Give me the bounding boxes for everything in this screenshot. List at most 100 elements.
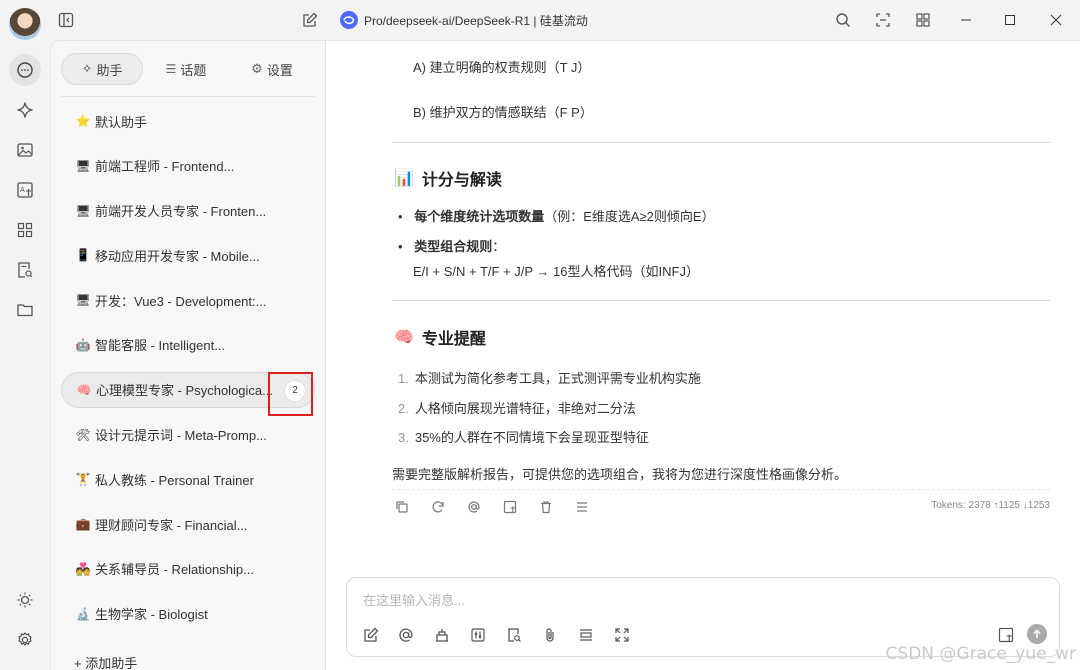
assistant-item[interactable]: 💑 关系辅导员 - Relationship...: [61, 551, 315, 587]
assistant-item[interactable]: 🛠 设计元提示词 - Meta-Promp...: [61, 417, 315, 453]
web-search-icon[interactable]: [505, 626, 523, 644]
assistant-emoji-icon: 💼: [75, 517, 91, 532]
theme-sun-icon[interactable]: [9, 584, 41, 616]
assistant-emoji-icon: ⭐: [75, 114, 91, 128]
assistant-label: 默认助手: [95, 114, 148, 130]
divider: [392, 142, 1050, 143]
assistant-item[interactable]: 🏋 私人教练 - Personal Trainer: [61, 461, 315, 497]
assistant-item[interactable]: 🖥 前端工程师 - Frontend...: [61, 148, 315, 184]
assistant-label: 移动应用开发专家 - Mobile...: [95, 248, 260, 264]
assistant-emoji-icon: 🖥: [75, 158, 91, 173]
list-number: 1.: [398, 371, 409, 386]
svg-text:A: A: [20, 186, 25, 194]
copy-icon[interactable]: [394, 499, 410, 515]
option-b-text: B) 维护双方的情感联结（F P）: [413, 105, 593, 120]
list-text: 35%的人群在不同情境下会呈现亚型特征: [414, 430, 649, 445]
assistant-item[interactable]: 🖥 前端开发人员专家 - Fronten...: [61, 193, 315, 229]
mention-icon[interactable]: [466, 499, 482, 515]
title-bar: Pro/deepseek-ai/DeepSeek-R1 | 硅基流动: [0, 0, 1080, 40]
sidebar-toggle-icon[interactable]: [56, 10, 76, 30]
user-avatar[interactable]: [9, 8, 41, 40]
grid-icon[interactable]: [913, 10, 933, 30]
deepseek-logo-icon: [340, 11, 358, 29]
assistant-emoji-icon: 🧠: [76, 382, 92, 397]
assistant-label: 前端工程师 - Frontend...: [95, 159, 235, 175]
assistant-emoji-icon: 🏋: [75, 472, 91, 487]
assistant-label: 开发：Vue3 - Development:...: [95, 293, 267, 309]
assistant-item[interactable]: 💼 理财顾问专家 - Financial...: [61, 506, 315, 542]
chat-icon[interactable]: [9, 54, 41, 86]
bullet-item: 每个维度统计选项数量（例：E维度选A≥2则倾向E）: [398, 207, 714, 227]
agents-sparkle-icon[interactable]: [9, 94, 41, 126]
clear-context-icon[interactable]: [577, 626, 595, 644]
attachment-icon[interactable]: [541, 626, 559, 644]
bullet-bold-text: 类型组合规则: [414, 239, 493, 254]
divider: [392, 300, 1050, 301]
new-topic-icon[interactable]: [362, 626, 380, 644]
assistant-item[interactable]: 🔬 生物学家 - Biologist: [61, 596, 315, 632]
assistant-item[interactable]: 🤖 智能客服 - Intelligent...: [61, 327, 315, 363]
knowledge-base-icon[interactable]: [433, 626, 451, 644]
divider: [61, 96, 315, 97]
sparkle-icon: ✧: [81, 61, 93, 76]
expand-icon[interactable]: [613, 626, 631, 644]
ordered-list-item: 3. 35%的人群在不同情境下会呈现亚型特征: [398, 427, 649, 446]
assistant-emoji-icon: 🖥: [75, 293, 91, 308]
list-text: 人格倾向展现光谱特征，非绝对二分法: [414, 401, 636, 416]
assistant-item[interactable]: ⭐ 默认助手: [61, 103, 315, 139]
message-input[interactable]: 在这里输入消息...: [363, 590, 465, 609]
delete-icon[interactable]: [538, 499, 554, 515]
folder-icon[interactable]: [9, 294, 41, 326]
panel-tabs: ✧ 助手 ☰ 话题 ⚙ 设置: [61, 53, 315, 85]
settings-gear-icon[interactable]: [9, 624, 41, 656]
section-heading-scoring: 📊 计分与解读: [394, 166, 502, 190]
option-a-text: A) 建立明确的权责规则（T J）: [413, 60, 591, 75]
assistant-emoji-icon: 🖥: [75, 203, 91, 218]
window-title-text: Pro/deepseek-ai/DeepSeek-R1 | 硅基流动: [364, 13, 588, 28]
ordered-list-item: 2. 人格倾向展现光谱特征，非绝对二分法: [398, 398, 636, 417]
bullet-bold-text: 每个维度统计选项数量: [414, 209, 545, 224]
list-number: 2.: [398, 401, 409, 416]
settings-sliders-icon[interactable]: [469, 626, 487, 644]
new-chat-icon[interactable]: [300, 10, 320, 30]
tab-assistants[interactable]: ✧ 助手: [61, 53, 143, 85]
send-button[interactable]: [1027, 624, 1047, 644]
mention-model-icon[interactable]: [397, 626, 415, 644]
window-title: Pro/deepseek-ai/DeepSeek-R1 | 硅基流动: [340, 10, 588, 30]
tab-topics-label: 话题: [180, 62, 207, 78]
section-heading-reminder: 🧠 专业提醒: [394, 325, 486, 349]
tab-assistants-label: 助手: [96, 62, 123, 78]
add-assistant-button[interactable]: + 添加助手: [74, 653, 137, 670]
assistant-emoji-icon: 🛠: [75, 427, 91, 442]
assistant-emoji-icon: 💑: [75, 561, 91, 576]
assistant-label: 智能客服 - Intelligent...: [95, 338, 226, 354]
token-usage: Tokens: 2378 ↑1125 ↓1253: [931, 500, 1050, 511]
chart-emoji-icon: 📊: [394, 170, 414, 187]
tab-settings[interactable]: ⚙ 设置: [229, 53, 315, 85]
translate-input-icon[interactable]: [997, 626, 1015, 644]
assistant-label: 关系辅导员 - Relationship...: [95, 562, 254, 578]
bullet-item: 类型组合规则：: [398, 237, 505, 257]
minapp-icon[interactable]: [873, 10, 893, 30]
chat-content: A) 建立明确的权责规则（T J） B) 维护双方的情感联结（F P） 📊 计分…: [326, 40, 1080, 670]
assistant-label: 设计元提示词 - Meta-Promp...: [95, 428, 267, 444]
maximize-icon[interactable]: [1000, 10, 1020, 30]
bullet-colon: ：: [492, 239, 506, 254]
minimize-icon[interactable]: [956, 10, 976, 30]
menu-icon[interactable]: [574, 499, 590, 515]
regenerate-icon[interactable]: [430, 499, 446, 515]
assistant-emoji-icon: 📱: [75, 248, 91, 263]
tab-topics[interactable]: ☰ 话题: [143, 53, 229, 85]
assistant-item[interactable]: 🖥 开发：Vue3 - Development:...: [61, 282, 315, 318]
close-icon[interactable]: [1046, 10, 1066, 30]
section-title: 专业提醒: [421, 331, 486, 348]
annotation-highlight-box: [268, 372, 313, 416]
translate-icon[interactable]: A: [9, 174, 41, 206]
assistant-item[interactable]: 📱 移动应用开发专家 - Mobile...: [61, 237, 315, 273]
assistant-label: 理财顾问专家 - Financial...: [95, 517, 248, 533]
knowledge-search-icon[interactable]: [9, 254, 41, 286]
translate-icon[interactable]: [502, 499, 518, 515]
apps-grid-icon[interactable]: [9, 214, 41, 246]
image-icon[interactable]: [9, 134, 41, 166]
search-icon[interactable]: [833, 10, 853, 30]
